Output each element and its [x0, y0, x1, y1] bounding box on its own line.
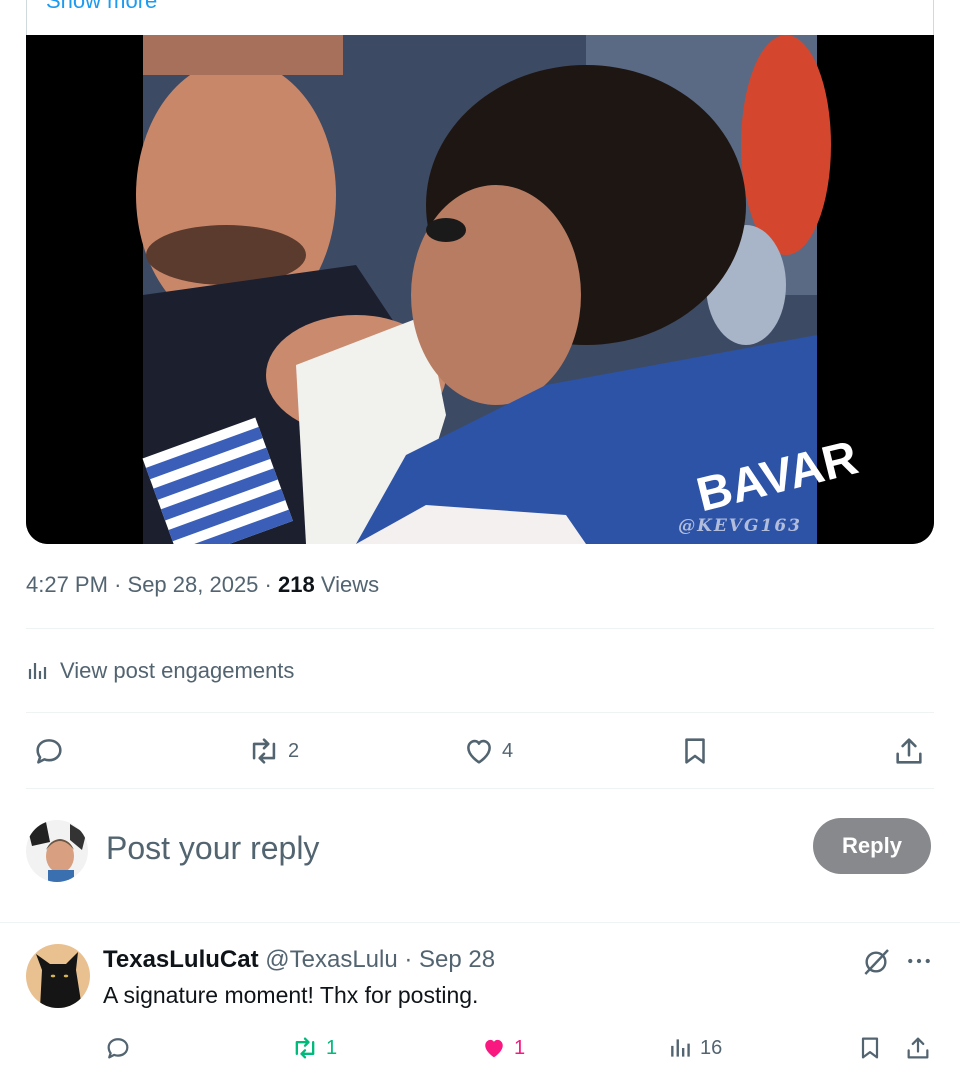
reply-author-handle[interactable]: @TexasLulu — [265, 946, 397, 973]
bar-chart-icon — [28, 663, 47, 679]
retweet-icon — [252, 738, 276, 764]
view-engagements-link[interactable]: View post engagements — [26, 656, 294, 686]
bookmark-button[interactable] — [678, 728, 712, 774]
video-watermark: @KEVG163 — [678, 516, 802, 536]
share-icon — [896, 738, 922, 764]
post-video[interactable]: BAVAR @KEVG163 — [26, 35, 934, 544]
more-options-icon[interactable] — [904, 946, 934, 976]
meta-separator: · — [404, 946, 413, 973]
heart-icon — [467, 739, 491, 764]
reply-date[interactable]: Sep 28 — [419, 946, 495, 973]
reply-reply-button[interactable] — [104, 1028, 132, 1068]
reply-post[interactable]: TexasLuluCat @TexasLulu · Sep 28 A signa… — [0, 924, 960, 1086]
show-more-link[interactable]: Show more — [46, 0, 157, 14]
divider — [0, 922, 960, 923]
grok-icon[interactable] — [860, 946, 892, 978]
user-avatar-image — [26, 820, 88, 882]
reply-button[interactable] — [32, 728, 66, 774]
reply-icon — [107, 1038, 129, 1059]
meta-separator: · — [114, 572, 122, 597]
reply-input[interactable] — [106, 826, 786, 870]
bookmark-icon — [685, 738, 705, 764]
views-count: 218 — [278, 572, 315, 597]
reply-header: TexasLuluCat @TexasLulu · Sep 28 — [103, 946, 495, 974]
reply-author-name[interactable]: TexasLuluCat — [103, 946, 259, 973]
divider — [26, 628, 934, 629]
post-date[interactable]: Sep 28, 2025 — [128, 572, 259, 597]
reply-like-button[interactable]: 1 — [480, 1028, 525, 1068]
retweet-button[interactable]: 2 — [246, 728, 299, 774]
reply-views-button[interactable]: 16 — [668, 1028, 722, 1068]
heart-filled-icon — [485, 1039, 503, 1058]
divider — [26, 712, 934, 713]
divider — [26, 788, 934, 789]
reply-submit-button[interactable]: Reply — [813, 818, 931, 874]
bar-chart-icon — [671, 1039, 690, 1057]
avatar[interactable] — [26, 944, 90, 1008]
bookmark-icon — [861, 1037, 879, 1059]
retweet-count: 2 — [288, 739, 300, 762]
like-button[interactable]: 4 — [462, 728, 513, 774]
engagements-label: View post engagements — [60, 658, 295, 683]
reply-retweet-button[interactable]: 1 — [290, 1028, 337, 1068]
reply-views-count: 16 — [700, 1036, 723, 1059]
reply-share-button[interactable] — [904, 1028, 932, 1068]
post-timestamp-views: 4:27 PM · Sep 28, 2025 · 218 Views — [26, 572, 379, 598]
reply-icon — [36, 739, 62, 764]
avatar[interactable] — [26, 820, 88, 882]
reply-author-avatar-image — [26, 944, 90, 1008]
like-count: 4 — [502, 739, 514, 762]
post-time[interactable]: 4:27 PM — [26, 572, 108, 597]
reply-bookmark-button[interactable] — [856, 1028, 884, 1068]
reply-retweet-count: 1 — [326, 1036, 338, 1059]
share-icon — [907, 1037, 929, 1059]
reply-text: A signature moment! Thx for posting. — [103, 982, 479, 1008]
video-frame: BAVAR — [26, 35, 934, 544]
share-button[interactable] — [892, 728, 926, 774]
quoted-post-card[interactable] — [26, 0, 934, 36]
post-action-bar: 2 4 — [0, 728, 960, 774]
views-label: Views — [320, 572, 380, 597]
reply-composer: Reply — [0, 812, 960, 888]
reply-like-count: 1 — [514, 1036, 526, 1059]
reply-action-bar: 1 1 16 — [0, 1028, 960, 1068]
retweet-icon — [295, 1037, 315, 1059]
meta-separator: · — [264, 572, 272, 597]
